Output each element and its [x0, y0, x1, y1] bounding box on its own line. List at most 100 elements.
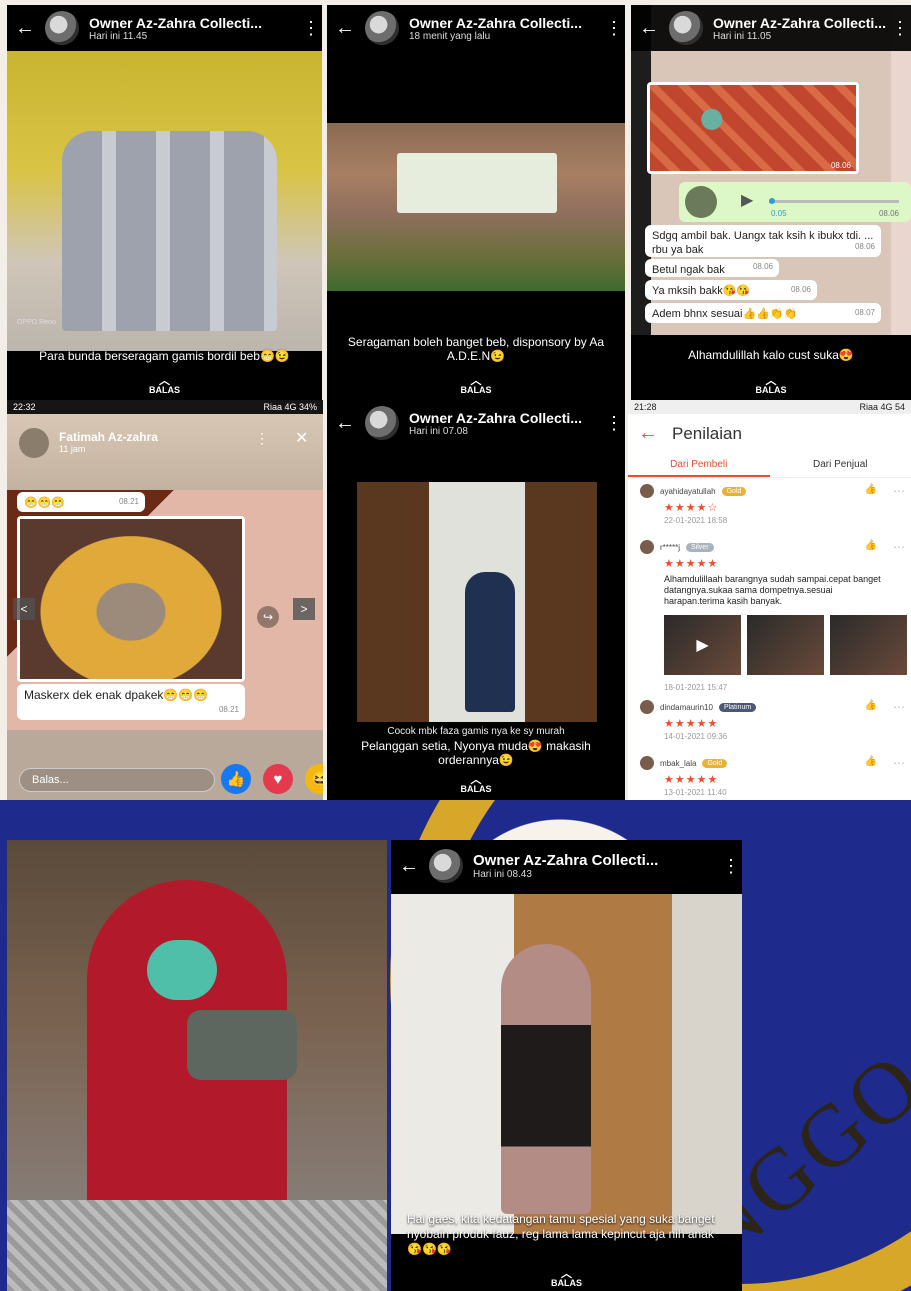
- status-photo: OPPO Reno: [7, 51, 322, 351]
- review-item: ayahidayatullah Gold 👍 ⋯ ★★★★☆ 22-01-2021 …: [640, 484, 907, 525]
- message-time: 08.06: [854, 242, 875, 251]
- tab-from-seller[interactable]: Dari Penjual: [770, 452, 911, 477]
- status-panel-1: OPPO Reno ← Owner Az-Zahra Collecti... Ha…: [7, 5, 322, 400]
- status-caption: Alhamdulillah kalo cust suka😍: [688, 348, 854, 362]
- tab-from-buyer[interactable]: Dari Pembeli: [628, 452, 770, 477]
- more-options-icon[interactable]: ⋯: [893, 484, 905, 498]
- more-options-icon[interactable]: ⋮: [605, 413, 623, 434]
- status-caption: Para bunda berseragam gamis bordil beb😁😉: [39, 349, 290, 363]
- status-time: Hari ini 07.08: [409, 425, 468, 437]
- review-date: 13-01-2021 11:40: [664, 788, 727, 797]
- reply-button[interactable]: BALAS: [631, 377, 911, 395]
- contact-name: Owner Az-Zahra Collecti...: [409, 14, 582, 31]
- tier-badge: Gold: [702, 758, 728, 768]
- more-options-icon[interactable]: ⋮: [891, 18, 909, 39]
- back-arrow-icon[interactable]: ←: [335, 17, 357, 40]
- message-text: Adem bhnx sesuai👍👍👏👏: [652, 308, 798, 320]
- tier-badge: Gold: [721, 486, 747, 496]
- reply-button[interactable]: BALAS: [391, 1270, 742, 1288]
- reviewer-name: dindamaurin10: [660, 702, 713, 712]
- more-options-icon[interactable]: ⋮: [605, 18, 623, 39]
- avatar: [640, 756, 654, 770]
- like-reaction-icon[interactable]: 👍: [221, 764, 251, 794]
- story-time: 11 jam: [59, 444, 86, 454]
- page-title: ← Penilaian: [638, 422, 742, 445]
- avatar[interactable]: [365, 406, 399, 440]
- story-panel-4: 22:32 Riaa 4G 34% Fatimah Az-zahra 11 jam…: [7, 400, 323, 800]
- message-text: Maskerx dek enak dpakek😁😁😁: [24, 688, 209, 702]
- more-options-icon[interactable]: ⋮: [255, 430, 269, 447]
- more-options-icon[interactable]: ⋮: [722, 856, 740, 877]
- thumb-up-icon[interactable]: 👍: [865, 700, 877, 711]
- review-date: 14-01-2021 09:36: [664, 732, 728, 741]
- review-image-thumbnail[interactable]: [830, 615, 907, 675]
- nav-prev-icon[interactable]: <: [13, 598, 35, 620]
- audio-progress[interactable]: [769, 198, 899, 204]
- more-options-icon[interactable]: ⋮: [302, 18, 320, 39]
- back-arrow-icon[interactable]: ←: [639, 17, 661, 40]
- avatar: [640, 700, 654, 714]
- review-image-thumbnail[interactable]: [747, 615, 824, 675]
- message-time: 08.21: [118, 497, 139, 506]
- review-tabs: Dari Pembeli Dari Penjual: [628, 452, 911, 478]
- reply-button[interactable]: BALAS: [7, 377, 322, 395]
- back-arrow-icon[interactable]: ←: [15, 17, 37, 40]
- tier-badge: Platinum: [718, 702, 757, 712]
- review-item: dindamaurin10 Platinum 👍 ⋯ ★★★★★ 14-01-202…: [640, 700, 907, 741]
- back-arrow-icon[interactable]: ←: [399, 855, 421, 878]
- nav-next-icon[interactable]: >: [293, 598, 315, 620]
- avatar[interactable]: [365, 11, 399, 45]
- phone-status-bar: 22:32 Riaa 4G 34%: [7, 400, 323, 414]
- review-date: 22-01-2021 18:58: [664, 516, 728, 525]
- review-item: r*****j Silver 👍 ⋯ ★★★★★ Alhamdulillaah ba…: [640, 540, 907, 692]
- chat-message: Adem bhnx sesuai👍👍👏👏 08.07: [645, 303, 881, 323]
- status-time: Hari ini 08.43: [473, 869, 532, 880]
- status-panel-8: ← Owner Az-Zahra Collecti... Hari ini 08.…: [391, 840, 742, 1291]
- avatar: [685, 186, 717, 218]
- thumb-up-icon[interactable]: 👍: [865, 540, 877, 551]
- status-panel-2: ← Owner Az-Zahra Collecti... 18 menit yan…: [327, 5, 625, 400]
- reply-button[interactable]: BALAS: [327, 377, 625, 395]
- back-arrow-icon[interactable]: ←: [638, 422, 658, 445]
- avatar[interactable]: [669, 11, 703, 45]
- avatar[interactable]: [429, 849, 463, 883]
- message-text: Betul ngak bak: [652, 264, 725, 276]
- status-caption: Hai gaes, kita kedatangan tamu spesial y…: [407, 1212, 715, 1256]
- avatar: [640, 540, 654, 554]
- image-message[interactable]: 08.06: [647, 82, 859, 174]
- audio-sent-time: 08.06: [878, 209, 899, 218]
- review-item: mbak_lala Gold 👍 ⋯ ★★★★★ 13-01-2021 11:40: [640, 756, 907, 797]
- voice-message[interactable]: ▶ 0.05 08.06: [679, 182, 911, 222]
- review-text: Alhamdulillaah barangnya sudah sampai.ce…: [664, 574, 881, 606]
- laugh-reaction-icon[interactable]: 😆: [305, 764, 323, 794]
- message-text: Sdgq ambil bak. Uangx tak ksih k ibukx t…: [652, 230, 874, 256]
- selfie-image[interactable]: [17, 516, 245, 682]
- thumb-up-icon[interactable]: 👍: [865, 756, 877, 767]
- review-video-thumbnail[interactable]: ▶: [664, 615, 741, 675]
- chat-message: Sdgq ambil bak. Uangx tak ksih k ibukx t…: [645, 225, 881, 257]
- avatar[interactable]: [19, 428, 49, 458]
- star-rating: ★★★★★: [664, 774, 719, 786]
- status-caption: Seragaman boleh banget beb, disponsory b…: [347, 335, 605, 363]
- avatar[interactable]: [45, 11, 79, 45]
- more-options-icon[interactable]: ⋯: [893, 540, 905, 554]
- share-icon[interactable]: ↪: [257, 606, 279, 628]
- reply-input[interactable]: Balas...: [19, 768, 215, 792]
- play-icon[interactable]: ▶: [741, 190, 753, 210]
- back-arrow-icon[interactable]: ←: [335, 412, 357, 435]
- close-icon[interactable]: ✕: [295, 428, 308, 448]
- signal-battery: Riaa 4G 34%: [263, 402, 317, 412]
- more-options-icon[interactable]: ⋯: [893, 700, 905, 714]
- clock: 22:32: [13, 402, 36, 412]
- thumb-up-icon[interactable]: 👍: [865, 484, 877, 495]
- contact-name: Owner Az-Zahra Collecti...: [713, 14, 886, 31]
- status-header: ← Owner Az-Zahra Collecti... Hari ini 11.…: [7, 5, 322, 51]
- love-reaction-icon[interactable]: ♥: [263, 764, 293, 794]
- status-time: Hari ini 11.05: [713, 30, 772, 42]
- emoji-message: 😁😁😁 08.21: [17, 492, 145, 512]
- reply-button[interactable]: BALAS: [327, 776, 625, 794]
- review-date: 18-01-2021 15:47: [664, 683, 728, 692]
- status-header: ← Owner Az-Zahra Collecti... Hari ini 08.…: [391, 840, 742, 892]
- more-options-icon[interactable]: ⋯: [893, 756, 905, 770]
- contact-name: Owner Az-Zahra Collecti...: [473, 852, 659, 869]
